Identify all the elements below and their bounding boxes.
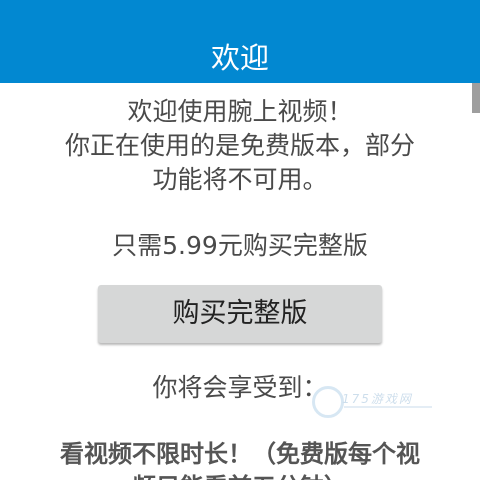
- free-version-notice: 你正在使用的是免费版本，部分: [64, 131, 415, 160]
- watermark-text: 175游戏网: [342, 392, 413, 406]
- title-bar: 欢迎: [0, 0, 480, 83]
- benefit-item: 看视频不限时长！（免费版每个视: [60, 440, 420, 468]
- watermark-underline: [344, 406, 432, 408]
- scrollbar[interactable]: [472, 83, 480, 113]
- page-title: 欢迎: [210, 41, 269, 75]
- price-text: 只需5.99元购买完整版: [112, 231, 368, 260]
- welcome-text: 欢迎使用腕上视频！: [127, 97, 353, 126]
- free-version-notice-cont: 功能将不可用。: [152, 165, 328, 194]
- watermark-logo-icon: [312, 386, 344, 418]
- watermark: 175游戏网: [312, 382, 434, 422]
- screen: 欢迎 欢迎使用腕上视频！ 你正在使用的是免费版本，部分 功能将不可用。 只需5.…: [0, 0, 480, 480]
- buy-full-version-button[interactable]: 购买完整版: [98, 285, 382, 343]
- benefit-item-cont: 频只能看前五分钟）: [20, 471, 460, 480]
